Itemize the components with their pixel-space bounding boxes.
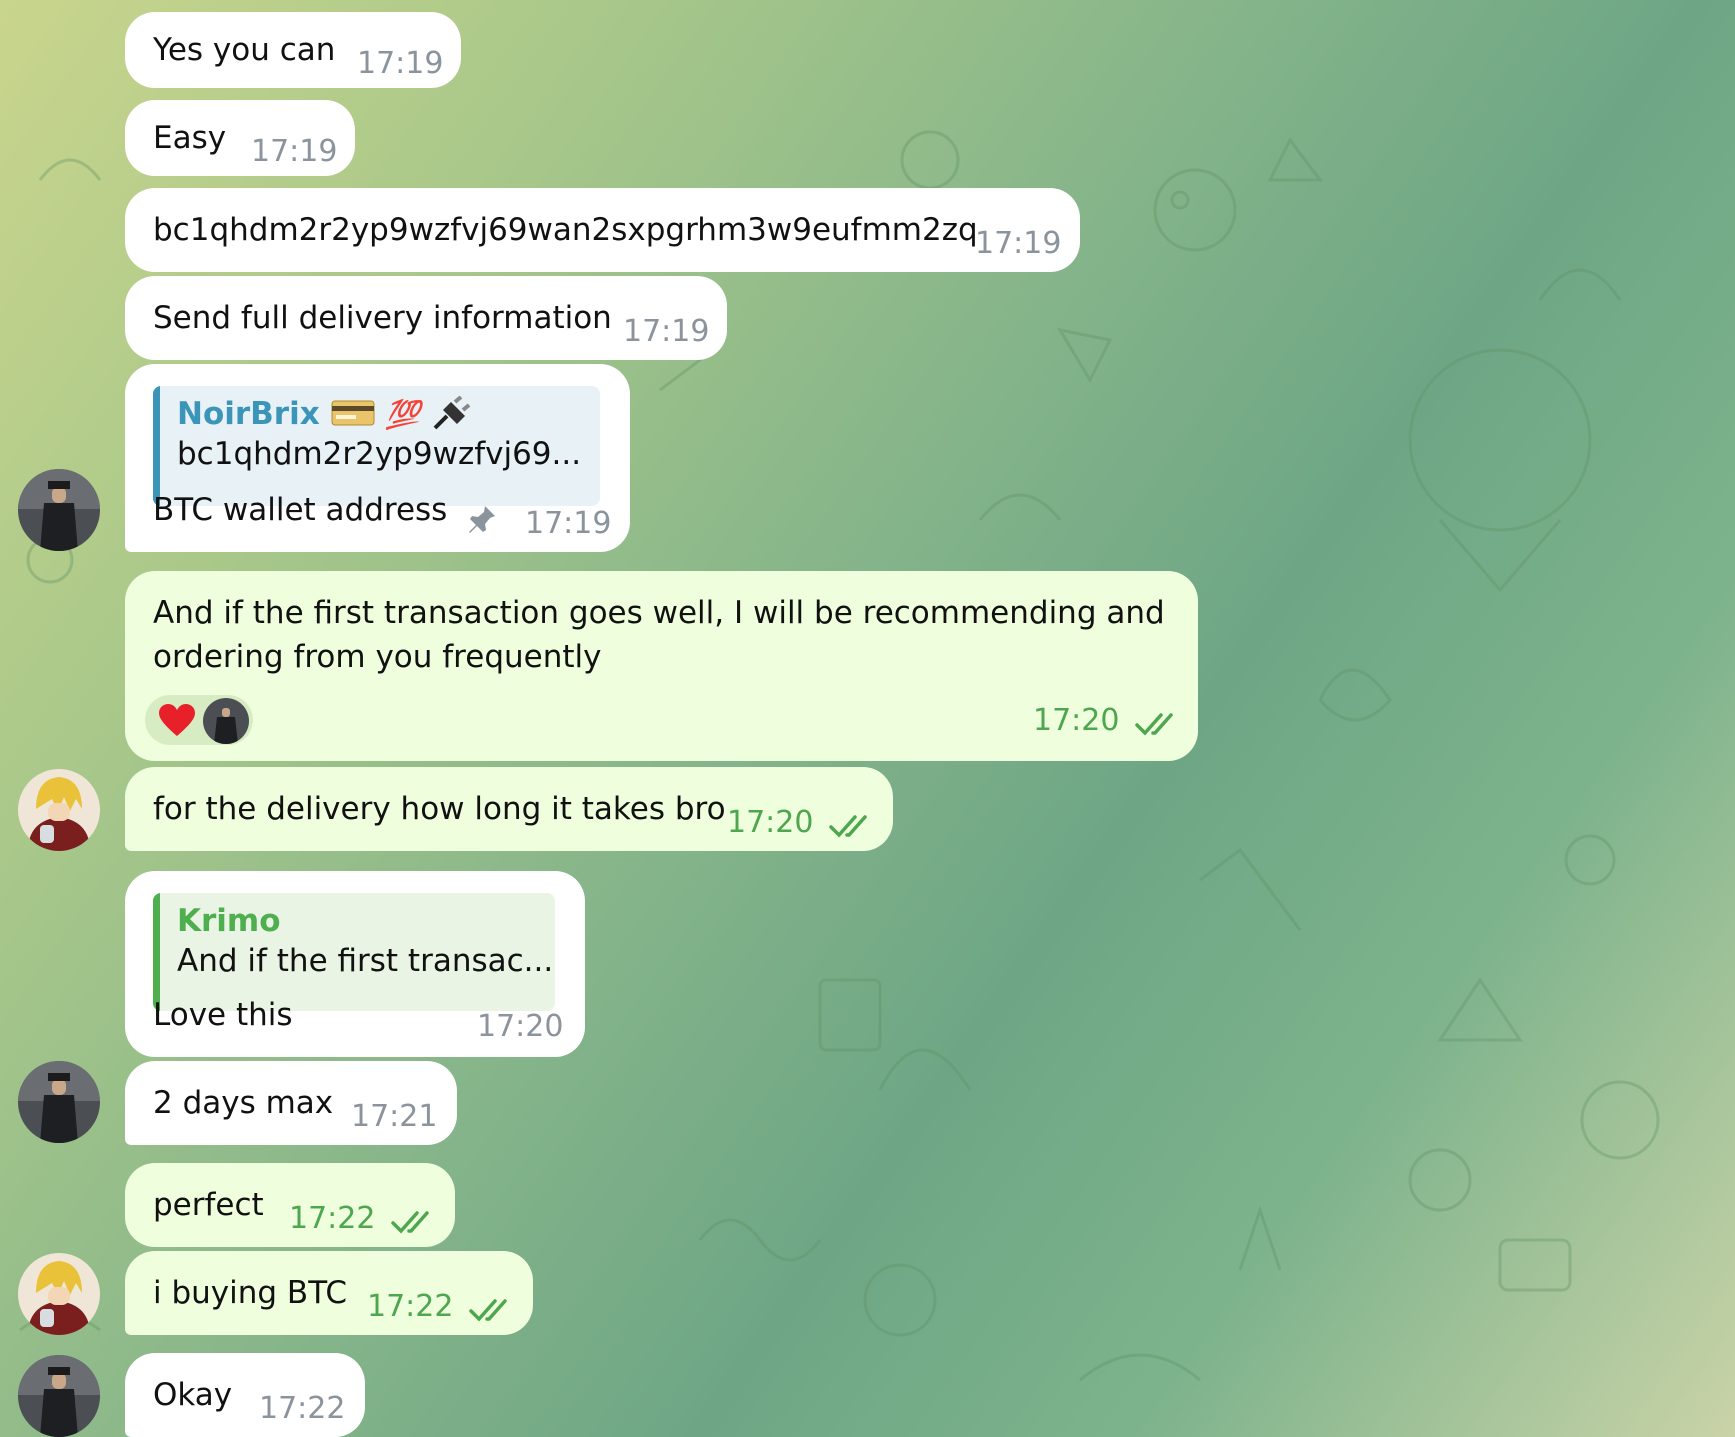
message-bubble-incoming[interactable]: Send full delivery information 17:19 bbox=[125, 276, 727, 360]
message-bubble-incoming[interactable]: Krimo And if the first transac... Love t… bbox=[125, 871, 585, 1057]
message-time: 17:19 bbox=[357, 46, 444, 81]
message-time: 17:22 bbox=[289, 1201, 376, 1236]
reply-sender-name: NoirBrix 💯 bbox=[177, 395, 600, 432]
message-time: 17:19 bbox=[623, 314, 710, 349]
message-text: for the delivery how long it takes bro bbox=[153, 791, 726, 827]
message-text: Love this bbox=[153, 997, 293, 1033]
message-bubble-incoming[interactable]: Easy 17:19 bbox=[125, 100, 355, 176]
message-time: 17:19 bbox=[525, 506, 612, 541]
message-bubble-incoming[interactable]: 2 days max 17:21 bbox=[125, 1061, 457, 1145]
avatar[interactable] bbox=[18, 1061, 100, 1143]
message-text: BTC wallet address bbox=[153, 492, 448, 528]
avatar-image bbox=[18, 1355, 100, 1437]
message-bubble-outgoing[interactable]: perfect 17:22 bbox=[125, 1163, 455, 1247]
message-time: 17:20 bbox=[1033, 703, 1120, 738]
message-text: i buying BTC bbox=[153, 1275, 347, 1311]
card-emoji bbox=[331, 400, 374, 426]
heart-reaction bbox=[159, 704, 195, 736]
reply-sender-text: NoirBrix bbox=[177, 396, 320, 432]
message-time: 17:19 bbox=[975, 226, 1062, 261]
message-text: 2 days max bbox=[153, 1085, 334, 1121]
message-time: 17:19 bbox=[251, 134, 338, 169]
message-text: bc1qhdm2r2yp9wzfvj69wan2sxpgrhm3w9eufmm2… bbox=[153, 212, 978, 248]
plug-emoji bbox=[433, 395, 471, 430]
reaction-avatar bbox=[203, 698, 249, 744]
message-time: 17:22 bbox=[367, 1289, 454, 1324]
message-text: Send full delivery information bbox=[153, 300, 612, 336]
message-text: perfect bbox=[153, 1187, 264, 1223]
avatar[interactable] bbox=[18, 769, 100, 851]
double-check-icon bbox=[391, 1211, 429, 1234]
message-bubble-outgoing[interactable]: i buying BTC 17:22 bbox=[125, 1251, 533, 1335]
pin-icon bbox=[469, 506, 495, 533]
message-text: Yes you can bbox=[153, 32, 336, 68]
avatar-image bbox=[18, 769, 100, 851]
double-check-icon bbox=[829, 815, 867, 838]
message-time: 17:21 bbox=[351, 1099, 438, 1134]
message-bubble-outgoing[interactable]: And if the first transaction goes well, … bbox=[125, 571, 1198, 761]
message-bubble-incoming[interactable]: NoirBrix 💯 bc1qhdm2r2yp9wzfvj69... BTC w… bbox=[125, 364, 630, 552]
message-bubble-incoming[interactable]: Okay 17:22 bbox=[125, 1353, 365, 1437]
reply-quote[interactable]: NoirBrix 💯 bc1qhdm2r2yp9wzfvj69... bbox=[153, 386, 600, 506]
avatar-image bbox=[18, 1253, 100, 1335]
reply-sender-name: Krimo bbox=[177, 903, 281, 939]
reply-text: bc1qhdm2r2yp9wzfvj69... bbox=[177, 436, 582, 472]
message-text: Okay bbox=[153, 1377, 233, 1413]
reply-accent-bar bbox=[153, 386, 160, 506]
message-text: Easy bbox=[153, 120, 227, 156]
message-text-line2: ordering from you frequently bbox=[153, 639, 602, 675]
message-time: 17:20 bbox=[727, 805, 814, 840]
reply-quote[interactable]: Krimo And if the first transac... bbox=[153, 893, 555, 1011]
message-time: 17:22 bbox=[259, 1391, 346, 1426]
reaction-chip[interactable] bbox=[145, 695, 253, 745]
message-time: 17:20 bbox=[477, 1009, 564, 1044]
message-bubble-outgoing[interactable]: for the delivery how long it takes bro 1… bbox=[125, 767, 893, 851]
avatar[interactable] bbox=[18, 1253, 100, 1335]
reply-accent-bar bbox=[153, 893, 160, 1011]
hundred-emoji: 💯 bbox=[385, 398, 421, 431]
avatar-image bbox=[18, 469, 100, 551]
message-text-line1: And if the first transaction goes well, … bbox=[153, 595, 1165, 631]
message-bubble-incoming[interactable]: bc1qhdm2r2yp9wzfvj69wan2sxpgrhm3w9eufmm2… bbox=[125, 188, 1080, 272]
double-check-icon bbox=[1135, 713, 1173, 736]
double-check-icon bbox=[469, 1299, 507, 1322]
avatar-image bbox=[18, 1061, 100, 1143]
message-bubble-incoming[interactable]: Yes you can 17:19 bbox=[125, 12, 461, 88]
avatar[interactable] bbox=[18, 469, 100, 551]
avatar[interactable] bbox=[18, 1355, 100, 1437]
reply-text: And if the first transac... bbox=[177, 943, 554, 979]
